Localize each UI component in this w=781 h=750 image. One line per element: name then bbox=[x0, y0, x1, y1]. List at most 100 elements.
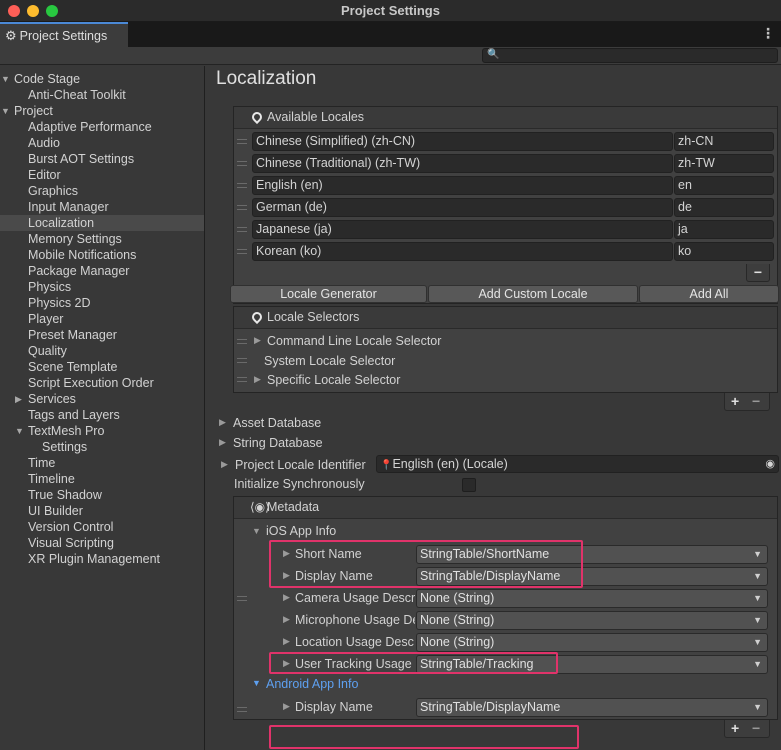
locale-name-field[interactable]: Korean (ko) bbox=[252, 242, 673, 261]
selector-item[interactable]: System Locale Selector bbox=[264, 354, 395, 368]
locale-name-field[interactable]: German (de) bbox=[252, 198, 673, 217]
sidebar-item[interactable]: Editor bbox=[0, 167, 204, 183]
locale-generator-button[interactable]: Locale Generator bbox=[230, 285, 427, 303]
add-selector-button[interactable]: + bbox=[731, 393, 739, 409]
selector-item[interactable]: Command Line Locale Selector bbox=[267, 334, 441, 348]
string-reference-dropdown[interactable]: None (String) ▼ bbox=[416, 633, 768, 652]
expand-arrow-icon[interactable]: ▶ bbox=[283, 636, 290, 647]
expand-arrow-icon[interactable]: ▶ bbox=[219, 437, 226, 448]
gear-icon: ⚙ bbox=[5, 27, 17, 43]
initialize-synchronously-checkbox[interactable] bbox=[462, 478, 476, 492]
sidebar-item[interactable]: Localization bbox=[0, 215, 204, 231]
collapse-arrow-icon[interactable]: ▼ bbox=[252, 678, 261, 688]
sidebar-item[interactable]: Preset Manager bbox=[0, 327, 204, 343]
android-app-info-foldout[interactable]: Android App Info bbox=[266, 677, 358, 691]
sidebar-item[interactable]: Anti-Cheat Toolkit bbox=[0, 87, 204, 103]
sidebar-item[interactable]: Adaptive Performance bbox=[0, 119, 204, 135]
project-locale-identifier-field[interactable]: 📍English (en) (Locale) ◉ bbox=[376, 455, 779, 473]
collapse-arrow-icon[interactable]: ▼ bbox=[15, 423, 24, 439]
expand-arrow-icon[interactable]: ▶ bbox=[15, 391, 22, 407]
locale-code-field[interactable]: de bbox=[674, 198, 774, 217]
drag-handle-icon[interactable] bbox=[237, 358, 247, 363]
add-all-button[interactable]: Add All bbox=[639, 285, 779, 303]
search-input[interactable]: 🔍 bbox=[482, 48, 778, 63]
locale-code-field[interactable]: zh-CN bbox=[674, 132, 774, 151]
sidebar-item[interactable]: Visual Scripting bbox=[0, 535, 204, 551]
sidebar-item[interactable]: Graphics bbox=[0, 183, 204, 199]
drag-handle-icon[interactable] bbox=[237, 339, 247, 344]
collapse-arrow-icon[interactable]: ▼ bbox=[252, 526, 261, 536]
drag-handle-icon[interactable] bbox=[237, 183, 247, 188]
object-picker-icon[interactable]: ◉ bbox=[765, 456, 775, 472]
remove-locale-button[interactable]: − bbox=[746, 264, 770, 282]
sidebar-item[interactable]: Audio bbox=[0, 135, 204, 151]
sidebar-item[interactable]: ▼ Code Stage bbox=[0, 71, 204, 87]
sidebar-item[interactable]: Input Manager bbox=[0, 199, 204, 215]
string-reference-dropdown[interactable]: None (String) ▼ bbox=[416, 589, 768, 608]
locale-code-field[interactable]: ko bbox=[674, 242, 774, 261]
sidebar-item[interactable]: Physics bbox=[0, 279, 204, 295]
sidebar-item[interactable]: True Shadow bbox=[0, 487, 204, 503]
locale-code-field[interactable]: ja bbox=[674, 220, 774, 239]
drag-handle-icon[interactable] bbox=[237, 227, 247, 232]
sidebar-item[interactable]: ▼ TextMesh Pro bbox=[0, 423, 204, 439]
sidebar-item[interactable]: XR Plugin Management bbox=[0, 551, 204, 567]
sidebar-item[interactable]: Player bbox=[0, 311, 204, 327]
sidebar-item[interactable]: Quality bbox=[0, 343, 204, 359]
add-metadata-button[interactable]: + bbox=[731, 720, 739, 736]
collapse-arrow-icon[interactable]: ▼ bbox=[1, 103, 10, 119]
sidebar-item[interactable]: Timeline bbox=[0, 471, 204, 487]
dropdown-value: None (String) bbox=[420, 613, 495, 627]
sidebar-item[interactable]: Burst AOT Settings bbox=[0, 151, 204, 167]
sidebar-item[interactable]: Settings bbox=[0, 439, 204, 455]
sidebar-item[interactable]: Time bbox=[0, 455, 204, 471]
sidebar-item[interactable]: Tags and Layers bbox=[0, 407, 204, 423]
drag-handle-icon[interactable] bbox=[237, 161, 247, 166]
sidebar-item-label: Memory Settings bbox=[28, 232, 122, 246]
drag-handle-icon[interactable] bbox=[237, 249, 247, 254]
tab-project-settings[interactable]: ⚙ Project Settings bbox=[0, 22, 128, 47]
sidebar-item[interactable]: Scene Template bbox=[0, 359, 204, 375]
project-locale-identifier-label: Project Locale Identifier bbox=[235, 458, 366, 472]
drag-handle-icon[interactable] bbox=[237, 139, 247, 144]
drag-handle-icon[interactable] bbox=[237, 377, 247, 382]
sidebar-item-label: Burst AOT Settings bbox=[28, 152, 135, 166]
sidebar-item[interactable]: Mobile Notifications bbox=[0, 247, 204, 263]
sidebar-item[interactable]: ▶ Services bbox=[0, 391, 204, 407]
expand-arrow-icon[interactable]: ▶ bbox=[254, 335, 261, 346]
sidebar-item[interactable]: Memory Settings bbox=[0, 231, 204, 247]
sidebar-item[interactable]: Script Execution Order bbox=[0, 375, 204, 391]
expand-arrow-icon[interactable]: ▶ bbox=[283, 592, 290, 603]
main-panel: Localization Available Locales Chinese (… bbox=[206, 66, 781, 750]
drag-handle-icon[interactable] bbox=[237, 596, 247, 601]
expand-arrow-icon[interactable]: ▶ bbox=[283, 614, 290, 625]
expand-arrow-icon[interactable]: ▶ bbox=[283, 701, 290, 712]
locale-code-field[interactable]: en bbox=[674, 176, 774, 195]
selector-item[interactable]: Specific Locale Selector bbox=[267, 373, 400, 387]
locale-name-field[interactable]: English (en) bbox=[252, 176, 673, 195]
add-custom-locale-button[interactable]: Add Custom Locale bbox=[428, 285, 638, 303]
locale-name-field[interactable]: Japanese (ja) bbox=[252, 220, 673, 239]
sidebar-item[interactable]: Version Control bbox=[0, 519, 204, 535]
string-reference-dropdown[interactable]: StringTable/DisplayName ▼ bbox=[416, 698, 768, 717]
drag-handle-icon[interactable] bbox=[237, 707, 247, 712]
expand-arrow-icon[interactable]: ▶ bbox=[219, 417, 226, 428]
drag-handle-icon[interactable] bbox=[237, 205, 247, 210]
string-reference-dropdown[interactable]: None (String) ▼ bbox=[416, 611, 768, 630]
remove-metadata-button[interactable]: − bbox=[752, 720, 760, 736]
locale-name-field[interactable]: Chinese (Simplified) (zh-CN) bbox=[252, 132, 673, 151]
sidebar-item[interactable]: UI Builder bbox=[0, 503, 204, 519]
asset-database-foldout[interactable]: Asset Database bbox=[233, 416, 321, 430]
ios-app-info-foldout[interactable]: iOS App Info bbox=[266, 524, 336, 538]
more-options-icon[interactable]: ⋮ bbox=[761, 25, 775, 42]
string-database-foldout[interactable]: String Database bbox=[233, 436, 323, 450]
collapse-arrow-icon[interactable]: ▼ bbox=[1, 71, 10, 87]
sidebar-item[interactable]: Physics 2D bbox=[0, 295, 204, 311]
sidebar-item[interactable]: Package Manager bbox=[0, 263, 204, 279]
locale-name-field[interactable]: Chinese (Traditional) (zh-TW) bbox=[252, 154, 673, 173]
sidebar-item[interactable]: ▼ Project bbox=[0, 103, 204, 119]
expand-arrow-icon[interactable]: ▶ bbox=[254, 374, 261, 385]
locale-code-field[interactable]: zh-TW bbox=[674, 154, 774, 173]
remove-selector-button[interactable]: − bbox=[752, 393, 760, 409]
expand-arrow-icon[interactable]: ▶ bbox=[221, 459, 228, 470]
